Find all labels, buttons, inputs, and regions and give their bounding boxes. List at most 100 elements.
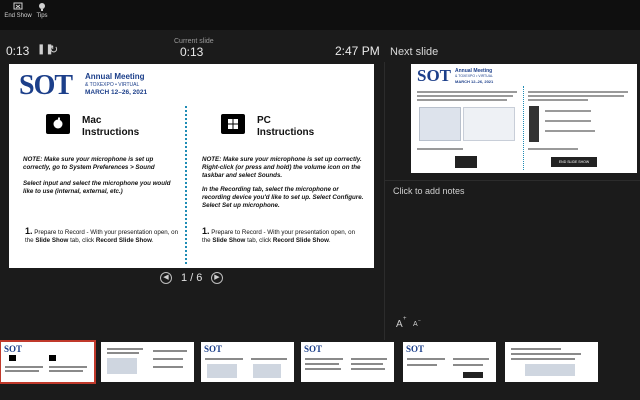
current-slide[interactable]: SOT Annual Meeting & TOXEXPO • VIRTUAL M… xyxy=(9,64,374,268)
preview-text-line xyxy=(545,120,591,122)
pc-title-line2: Instructions xyxy=(257,127,315,138)
chevron-right-icon: ▶ xyxy=(214,274,220,281)
thumbnail-line xyxy=(351,368,385,370)
mac-step-bold: Slide Show xyxy=(35,237,69,244)
preview-text-line xyxy=(545,110,591,112)
preview-screenshot xyxy=(419,107,461,141)
elapsed-timer: 0:13 xyxy=(6,44,30,58)
next-slide-preview[interactable]: SOT Annual Meeting & TOXEXPO • VIRTUAL M… xyxy=(411,64,637,173)
thumbnail-line xyxy=(511,348,561,350)
panel-divider xyxy=(384,62,385,340)
thumbnail-line xyxy=(351,363,383,365)
windows-icon xyxy=(221,114,245,134)
thumbnail-line xyxy=(49,370,83,372)
thumbnail-line xyxy=(107,352,139,354)
thumbnail-logo: SOT xyxy=(304,344,323,354)
preview-meeting-dates: MARCH 12–26, 2021 xyxy=(455,79,494,84)
thumbnail-icon xyxy=(49,355,56,361)
mac-step-bold: Record Slide Show xyxy=(95,237,152,244)
mac-select-text: Select input and select the microphone y… xyxy=(23,180,171,195)
thumbnail-line xyxy=(511,358,575,360)
thumbnail-line xyxy=(107,348,143,350)
preview-text-line xyxy=(545,130,595,132)
slide-thumbnail-2[interactable] xyxy=(101,342,194,382)
next-slide-button[interactable]: ▶ xyxy=(211,272,223,284)
pc-step-number: 1. xyxy=(202,226,210,236)
preview-meeting-subtitle: & TOXEXPO • VIRTUAL xyxy=(455,74,493,78)
minus-icon: − xyxy=(418,318,421,324)
chevron-left-icon: ◀ xyxy=(163,274,169,281)
pc-step-bold: Slide Show xyxy=(212,237,246,244)
previous-slide-button[interactable]: ◀ xyxy=(160,272,172,284)
slide-counter: 1 / 6 xyxy=(181,272,203,284)
slide-thumbnail-1[interactable]: SOT xyxy=(0,340,96,384)
tips-label: Tips xyxy=(36,13,48,19)
meeting-dates: MARCH 12–26, 2021 xyxy=(85,89,148,96)
mac-title-line1: Mac xyxy=(82,115,102,126)
thumbnail-line xyxy=(305,368,341,370)
current-slide-timer: 0:13 xyxy=(180,45,204,59)
notes-divider xyxy=(385,180,640,181)
thumbnail-line xyxy=(407,364,437,366)
preview-logo: SOT xyxy=(417,66,452,85)
thumbnail-line xyxy=(305,363,339,365)
thumbnail-line xyxy=(5,366,43,368)
thumbnail-button xyxy=(463,372,483,378)
mac-step-text: tab, click xyxy=(68,237,96,244)
tips-icon xyxy=(39,3,45,11)
preview-end-slide-show-button: END SLIDE SHOW xyxy=(551,157,597,167)
thumbnail-line xyxy=(153,366,183,368)
slide-thumbnail-6[interactable] xyxy=(505,342,598,382)
speaker-notes[interactable]: Click to add notes xyxy=(393,186,465,196)
mac-step-number: 1. xyxy=(25,226,33,236)
pc-step-bold: Record Slide Show xyxy=(272,237,329,244)
pc-step-text: . xyxy=(328,237,331,244)
preview-recording-toolbar xyxy=(529,106,539,142)
thumbnail-logo: SOT xyxy=(4,344,23,354)
preview-divider xyxy=(523,86,524,170)
preview-text-line xyxy=(417,91,517,93)
preview-text-line xyxy=(417,95,513,97)
thumbnail-line xyxy=(453,364,483,366)
thumbnail-line xyxy=(153,350,187,352)
slide-thumbnail-3[interactable]: SOT xyxy=(201,342,294,382)
end-show-icon xyxy=(13,2,23,10)
thumbnail-line xyxy=(49,366,87,368)
preview-text-line xyxy=(417,99,507,101)
pc-step-text: tab, click xyxy=(245,237,273,244)
thumbnail-image xyxy=(107,358,137,374)
apple-icon xyxy=(46,114,70,134)
mac-step-text: . xyxy=(151,237,154,244)
thumbnail-logo: SOT xyxy=(406,344,425,354)
pc-note: NOTE: Make sure your microphone is set u… xyxy=(202,156,362,179)
thumbnail-line xyxy=(153,358,183,360)
sot-logo: SOT xyxy=(19,70,73,101)
thumbnail-icon xyxy=(9,355,16,361)
next-slide-label: Next slide xyxy=(390,46,439,58)
reset-timer-icon[interactable]: ↻ xyxy=(49,43,58,56)
top-toolbar: End Show Tips xyxy=(0,0,640,30)
thumbnail-line xyxy=(305,358,343,360)
mac-title-line2: Instructions xyxy=(82,127,140,138)
increase-font-button[interactable]: A xyxy=(396,319,403,330)
thumbnail-line xyxy=(5,370,39,372)
preview-end-show-image xyxy=(455,156,477,168)
thumbnail-line xyxy=(205,358,243,360)
mac-step-1: 1. Prepare to Record - With your present… xyxy=(25,227,181,245)
slide-thumbnail-4[interactable]: SOT xyxy=(301,342,394,382)
current-slide-label: Current slide xyxy=(174,38,214,45)
thumbnail-logo: SOT xyxy=(204,344,223,354)
pc-title-line1: PC xyxy=(257,115,271,126)
thumbnail-line xyxy=(453,358,489,360)
decrease-font-button[interactable]: A xyxy=(413,321,418,328)
plus-icon: + xyxy=(403,316,407,322)
thumbnail-image xyxy=(253,364,281,378)
clock: 2:47 PM xyxy=(335,44,380,58)
mac-title: Mac Instructions xyxy=(82,115,139,139)
slide-thumbnail-5[interactable]: SOT xyxy=(403,342,496,382)
preview-text-line xyxy=(528,91,628,93)
preview-screenshot xyxy=(463,107,515,141)
tips-button[interactable]: Tips xyxy=(27,2,57,19)
thumbnail-line xyxy=(251,358,287,360)
column-divider xyxy=(185,106,187,264)
